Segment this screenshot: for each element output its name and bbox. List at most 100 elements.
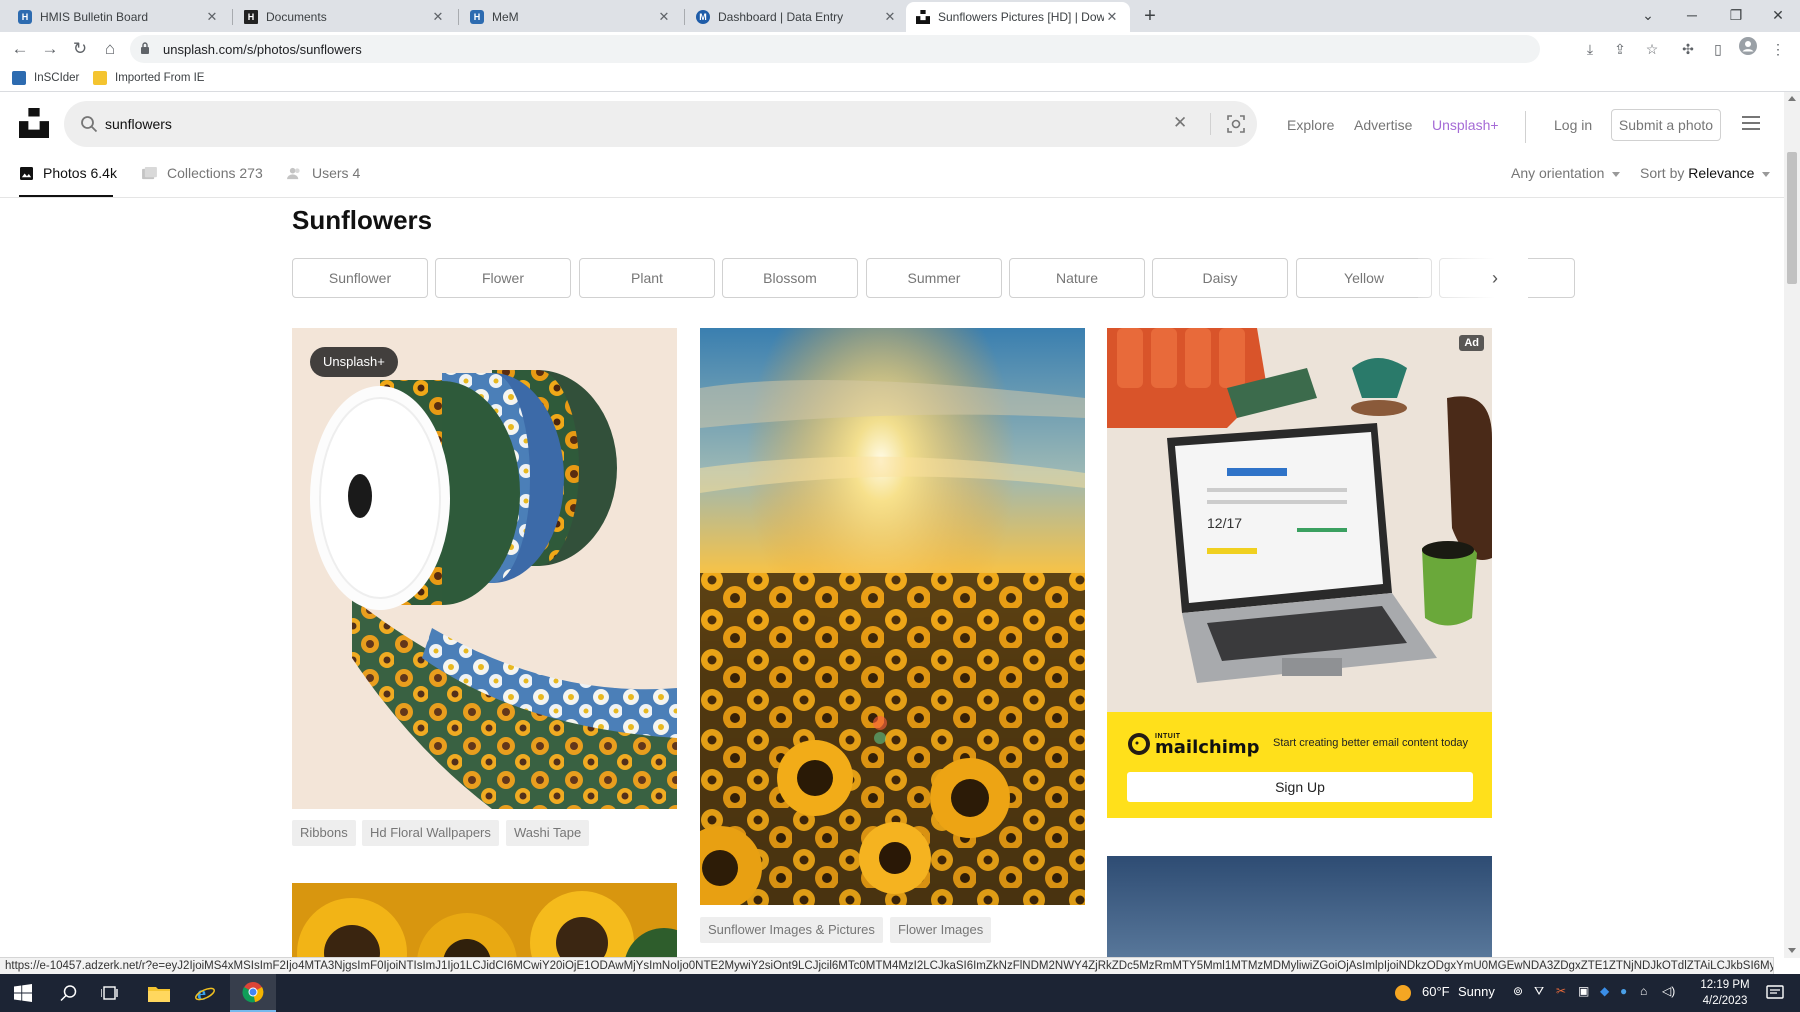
security-shield-icon[interactable]: ◆ <box>1600 984 1609 998</box>
close-icon[interactable]: ✕ <box>204 9 220 25</box>
start-button[interactable] <box>0 974 46 1012</box>
nav-advertise[interactable]: Advertise <box>1354 117 1412 133</box>
task-view-icon <box>101 986 118 1000</box>
forward-icon[interactable]: → <box>37 36 63 62</box>
share-icon[interactable]: ⇪ <box>1608 37 1632 61</box>
search-taskbar-button[interactable] <box>46 974 92 1012</box>
tab-dashboard[interactable]: M Dashboard | Data Entry ✕ <box>686 2 908 32</box>
nav-explore[interactable]: Explore <box>1287 117 1334 133</box>
address-bar[interactable]: unsplash.com/s/photos/sunflowers <box>130 35 1540 63</box>
task-view-button[interactable] <box>88 974 134 1012</box>
reload-icon[interactable]: ↻ <box>67 36 93 62</box>
submit-photo-button[interactable]: Submit a photo <box>1611 109 1721 141</box>
chevron-right-icon[interactable]: › <box>1480 264 1510 294</box>
tab-count: 6.4k <box>90 165 117 181</box>
chrome-button[interactable] <box>230 974 276 1012</box>
photo-tag[interactable]: Hd Floral Wallpapers <box>362 820 499 846</box>
wifi-icon[interactable]: ⌂ <box>1640 984 1647 998</box>
photo-sunflower-field[interactable] <box>700 328 1085 905</box>
scroll-up-icon[interactable] <box>1788 96 1796 101</box>
snipping-icon[interactable]: ✂ <box>1556 984 1566 998</box>
display-icon[interactable]: ▣ <box>1578 984 1589 998</box>
sort-dropdown[interactable]: Sort by Relevance <box>1640 165 1771 181</box>
tab-title: Sunflowers Pictures [HD] | Downl <box>938 10 1104 24</box>
related-chip-blossom[interactable]: Blossom <box>722 258 858 298</box>
tab-title: HMIS Bulletin Board <box>40 10 149 24</box>
ribbon-spools-image <box>292 328 677 809</box>
bookmark-star-icon[interactable]: ☆ <box>1640 37 1664 61</box>
mailchimp-wordmark: mailchimp <box>1155 736 1260 758</box>
orientation-dropdown[interactable]: Any orientation <box>1511 165 1621 181</box>
visual-search-icon[interactable] <box>1226 114 1246 134</box>
volume-icon[interactable]: ◁) <box>1662 984 1675 998</box>
minimize-button[interactable]: ─ <box>1670 0 1714 32</box>
onedrive-icon[interactable]: ● <box>1620 984 1627 998</box>
close-window-button[interactable]: ✕ <box>1756 0 1800 32</box>
home-icon[interactable]: ⌂ <box>97 36 123 62</box>
tab-photos[interactable]: Photos 6.4k <box>20 165 117 181</box>
freddie-icon <box>1128 733 1150 755</box>
install-icon[interactable]: ⤓ <box>1578 37 1602 61</box>
close-icon[interactable]: ✕ <box>656 9 672 25</box>
related-chip-summer[interactable]: Summer <box>866 258 1002 298</box>
tab-users[interactable]: Users 4 <box>287 165 360 181</box>
notification-center-icon[interactable] <box>1766 984 1784 1002</box>
related-chip-daisy[interactable]: Daisy <box>1152 258 1288 298</box>
tab-separator <box>684 9 685 25</box>
related-chip-flower[interactable]: Flower <box>435 258 571 298</box>
extensions-icon[interactable]: ✣ <box>1676 37 1700 61</box>
search-input[interactable]: sunflowers <box>105 116 172 132</box>
search-bar[interactable]: sunflowers ✕ <box>64 101 1257 147</box>
related-chip-yellow[interactable]: Yellow <box>1296 258 1432 298</box>
related-chip-plant[interactable]: Plant <box>579 258 715 298</box>
photo-ribbons[interactable]: Unsplash+ <box>292 328 677 809</box>
page-scrollbar[interactable] <box>1784 92 1800 958</box>
tab-collections[interactable]: Collections 273 <box>142 165 263 181</box>
menu-kebab-icon[interactable]: ⋮ <box>1766 37 1790 61</box>
bookmark-label: InSCIder <box>34 72 80 84</box>
restore-button[interactable]: ❐ <box>1714 0 1758 32</box>
bookmark-label: Imported From IE <box>115 72 205 84</box>
photo-tag[interactable]: Flower Images <box>890 917 992 943</box>
scroll-down-icon[interactable] <box>1788 948 1796 953</box>
unsplash-plus-badge: Unsplash+ <box>310 347 398 377</box>
bookmark-inscider[interactable]: InSCIder <box>12 71 79 85</box>
network-share-icon[interactable]: ⛛ <box>1534 984 1544 999</box>
bookmark-imported-from-ie[interactable]: Imported From IE <box>93 71 204 85</box>
back-icon[interactable]: ← <box>7 36 33 62</box>
tab-search-icon[interactable]: ⌄ <box>1626 0 1670 32</box>
close-icon[interactable]: ✕ <box>430 9 446 25</box>
photo-tag[interactable]: Ribbons <box>292 820 356 846</box>
tab-mem[interactable]: H MeM ✕ <box>460 2 682 32</box>
weather-temp[interactable]: 60°F <box>1422 984 1450 999</box>
nav-unsplash-plus[interactable]: Unsplash+ <box>1432 117 1499 133</box>
scrollbar-thumb[interactable] <box>1787 152 1797 284</box>
photo-sky[interactable] <box>1107 856 1492 958</box>
clear-search-icon[interactable]: ✕ <box>1173 113 1187 133</box>
link-tray-icon[interactable]: ⊚ <box>1513 984 1523 998</box>
search-icon[interactable] <box>80 115 98 133</box>
tab-hmis-bulletin[interactable]: H HMIS Bulletin Board ✕ <box>8 2 230 32</box>
photo-tag[interactable]: Washi Tape <box>506 820 590 846</box>
ad-mailchimp-panel[interactable]: INTUIT mailchimp Start creating better e… <box>1107 712 1492 818</box>
hamburger-menu-icon[interactable] <box>1742 116 1760 130</box>
new-tab-button[interactable]: + <box>1138 4 1162 28</box>
tab-unsplash-sunflowers[interactable]: Sunflowers Pictures [HD] | Downl ✕ <box>906 2 1130 32</box>
related-chip-sunflower[interactable]: Sunflower <box>292 258 428 298</box>
photo-sunflower-closeup[interactable] <box>292 883 677 958</box>
internet-explorer-button[interactable]: e <box>182 974 228 1012</box>
tab-documents[interactable]: H Documents ✕ <box>234 2 456 32</box>
sign-up-button[interactable]: Sign Up <box>1127 772 1473 802</box>
profile-avatar-icon[interactable] <box>1736 37 1760 61</box>
weather-text[interactable]: Sunny <box>1458 984 1495 999</box>
close-icon[interactable]: ✕ <box>882 9 898 25</box>
login-link[interactable]: Log in <box>1554 117 1592 133</box>
unsplash-logo-icon[interactable] <box>19 108 49 138</box>
file-explorer-button[interactable] <box>136 974 182 1012</box>
ad-mailchimp-image[interactable]: 12/17 Ad <box>1107 328 1492 712</box>
photo-tag[interactable]: Sunflower Images & Pictures <box>700 917 883 943</box>
system-clock[interactable]: 12:19 PM 4/2/2023 <box>1690 977 1760 1009</box>
related-chip-nature[interactable]: Nature <box>1009 258 1145 298</box>
close-icon[interactable]: ✕ <box>1104 9 1120 25</box>
side-panel-icon[interactable]: ▯ <box>1706 37 1730 61</box>
